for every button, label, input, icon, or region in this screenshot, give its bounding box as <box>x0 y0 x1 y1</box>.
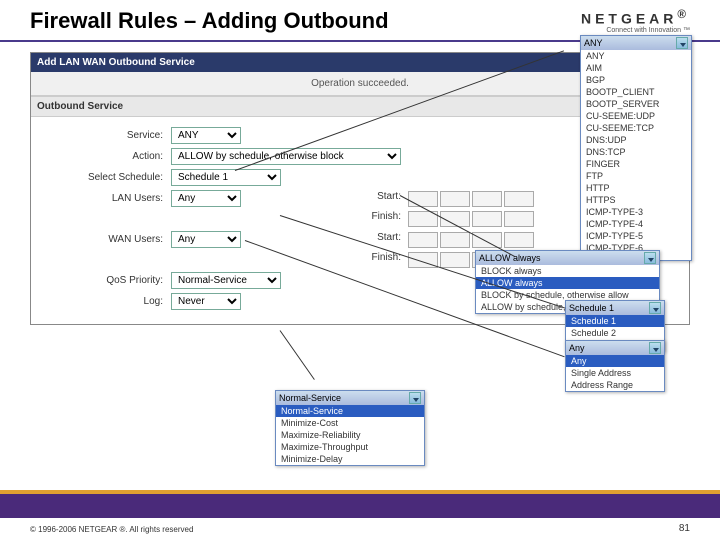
slide-header: Firewall Rules – Adding Outbound NETGEAR… <box>0 0 720 40</box>
list-item[interactable]: HTTPS <box>581 194 691 206</box>
brand-name: NETGEAR® <box>581 8 690 27</box>
label-qos: QoS Priority: <box>41 275 171 286</box>
list-item[interactable]: FINGER <box>581 158 691 170</box>
page-number: 81 <box>679 523 690 534</box>
list-item[interactable]: BGP <box>581 74 691 86</box>
brand-block: NETGEAR® Connect with Innovation ™ <box>581 8 690 34</box>
list-item[interactable]: Maximize-Throughput <box>276 441 424 453</box>
ip-field[interactable] <box>472 232 502 248</box>
ip-field[interactable] <box>440 252 470 268</box>
copyright: © 1996-2006 NETGEAR ®. All rights reserv… <box>30 525 193 534</box>
list-item[interactable]: DNS:UDP <box>581 134 691 146</box>
list-item[interactable]: BOOTP_CLIENT <box>581 86 691 98</box>
select-schedule[interactable]: Schedule 1 <box>171 169 281 186</box>
list-item[interactable]: CU-SEEME:UDP <box>581 110 691 122</box>
label-lan: LAN Users: <box>41 193 171 204</box>
chevron-down-icon[interactable] <box>409 392 421 404</box>
chevron-down-icon[interactable] <box>649 342 661 354</box>
list-item[interactable]: Any <box>566 355 664 367</box>
list-item[interactable]: Maximize-Reliability <box>276 429 424 441</box>
footer-bar <box>0 494 720 518</box>
lan-ip-start: Start: <box>247 191 535 207</box>
list-item[interactable]: BLOCK always <box>476 265 659 277</box>
list-item[interactable]: ICMP-TYPE-4 <box>581 218 691 230</box>
page-title: Firewall Rules – Adding Outbound <box>30 8 389 34</box>
list-item[interactable]: AIM <box>581 62 691 74</box>
list-item[interactable]: Schedule 1 <box>566 315 664 327</box>
list-item[interactable]: Normal-Service <box>276 405 424 417</box>
label-service: Service: <box>41 130 171 141</box>
chevron-down-icon[interactable] <box>676 37 688 49</box>
label-action: Action: <box>41 151 171 162</box>
select-service[interactable]: ANY <box>171 127 241 144</box>
select-qos[interactable]: Normal-Service <box>171 272 281 289</box>
ip-field[interactable] <box>504 191 534 207</box>
list-item[interactable]: ANY <box>581 50 691 62</box>
ip-field[interactable] <box>440 232 470 248</box>
callout-line <box>280 330 315 380</box>
list-item[interactable]: Address Range <box>566 379 664 391</box>
chevron-down-icon[interactable] <box>649 302 661 314</box>
list-item[interactable]: HTTP <box>581 182 691 194</box>
qos-list: Normal-ServiceMinimize-CostMaximize-Reli… <box>276 405 424 465</box>
label-start1: Start: <box>357 191 407 207</box>
ip-field[interactable] <box>472 211 502 227</box>
list-item[interactable]: ICMP-TYPE-5 <box>581 230 691 242</box>
list-item[interactable]: Minimize-Cost <box>276 417 424 429</box>
label-schedule: Select Schedule: <box>41 172 171 183</box>
ip-field[interactable] <box>440 191 470 207</box>
dropdown-lanusers[interactable]: Any AnySingle AddressAddress Range <box>565 340 665 392</box>
services-list: ANYAIMBGPBOOTP_CLIENTBOOTP_SERVERCU-SEEM… <box>581 50 691 260</box>
label-wan: WAN Users: <box>41 234 171 245</box>
list-item[interactable]: CU-SEEME:TCP <box>581 122 691 134</box>
list-item[interactable]: DNS:TCP <box>581 146 691 158</box>
ip-field[interactable] <box>408 191 438 207</box>
select-log[interactable]: Never <box>171 293 241 310</box>
list-item[interactable]: Minimize-Delay <box>276 453 424 465</box>
brand-tagline: Connect with Innovation ™ <box>581 27 690 34</box>
lanusers-list: AnySingle AddressAddress Range <box>566 355 664 391</box>
chevron-down-icon[interactable] <box>644 252 656 264</box>
dropdown-services[interactable]: ANY ANYAIMBGPBOOTP_CLIENTBOOTP_SERVERCU-… <box>580 35 692 261</box>
list-item[interactable]: BOOTP_SERVER <box>581 98 691 110</box>
ip-field[interactable] <box>504 211 534 227</box>
label-finish1: Finish: <box>357 211 407 227</box>
ip-field[interactable] <box>504 232 534 248</box>
dropdown-qos[interactable]: Normal-Service Normal-ServiceMinimize-Co… <box>275 390 425 466</box>
section-title: Outbound Service <box>37 101 123 112</box>
list-item[interactable]: FTP <box>581 170 691 182</box>
label-log: Log: <box>41 296 171 307</box>
select-lan[interactable]: Any <box>171 190 241 207</box>
list-item[interactable]: ICMP-TYPE-3 <box>581 206 691 218</box>
select-wan[interactable]: Any <box>171 231 241 248</box>
label-start2: Start: <box>357 232 407 248</box>
ip-field[interactable] <box>472 191 502 207</box>
list-item[interactable]: Single Address <box>566 367 664 379</box>
list-item[interactable]: Schedule 2 <box>566 327 664 339</box>
ip-field[interactable] <box>408 232 438 248</box>
